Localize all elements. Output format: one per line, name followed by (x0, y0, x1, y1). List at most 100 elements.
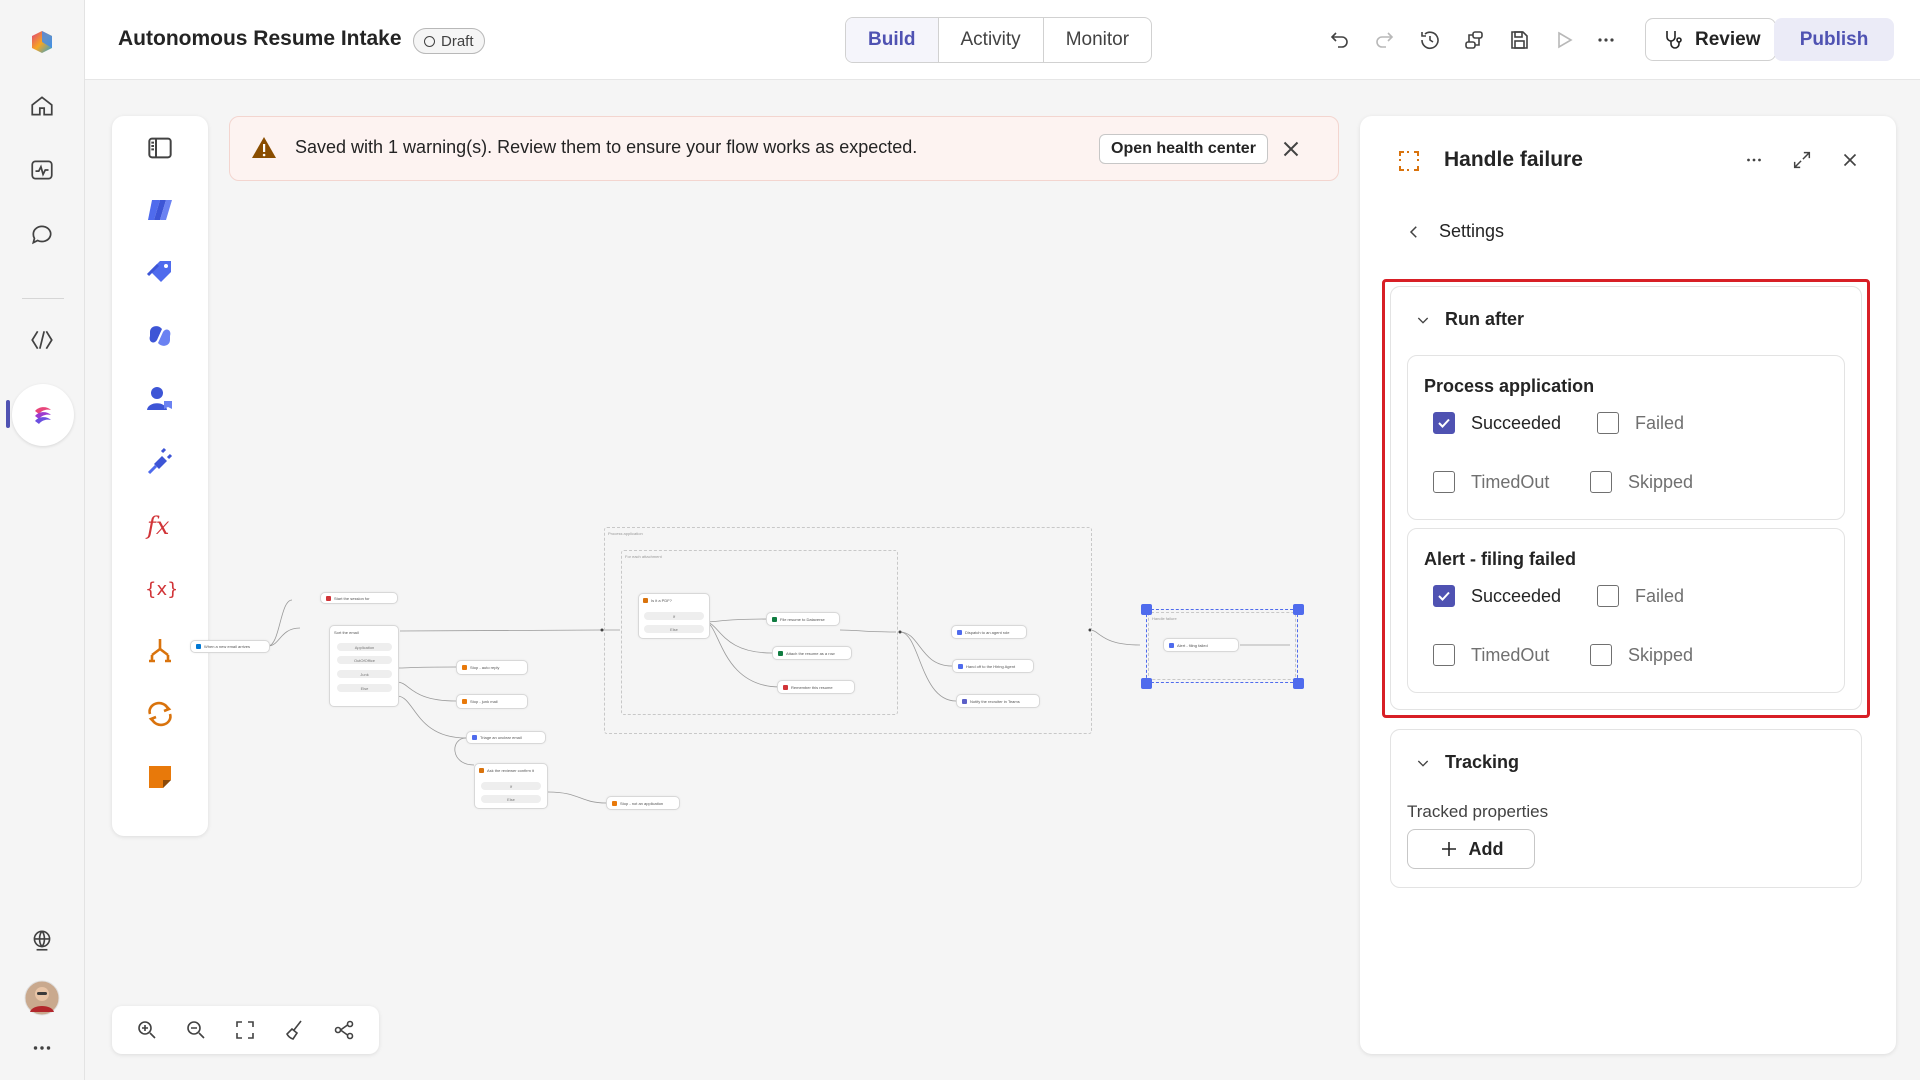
triage-node[interactable]: Triage an unclear email (466, 731, 546, 744)
branch-application[interactable]: Application (337, 643, 392, 651)
ask-reviewer-label: Ask the reviewer confirm it (487, 768, 534, 773)
open-health-center-button[interactable]: Open health center (1099, 134, 1268, 164)
trigger-node-label: When a new email arrives (204, 644, 251, 649)
pdf-branch-if[interactable]: If (644, 612, 704, 620)
globe-icon[interactable] (20, 918, 64, 962)
plug-icon[interactable] (140, 442, 180, 482)
app-logo-icon[interactable] (20, 20, 64, 64)
tracking-section: Tracking Tracked properties Add (1390, 729, 1862, 888)
branch-else[interactable]: Else (337, 684, 392, 692)
history-icon[interactable] (1415, 25, 1445, 55)
loop-icon[interactable] (140, 694, 180, 734)
back-label: Settings (1439, 221, 1505, 241)
notify-teams-label: Notify the recruiter in Teams (970, 698, 1020, 704)
panel-close-icon[interactable] (1836, 146, 1864, 174)
tab-build[interactable]: Build (846, 18, 939, 62)
tool-palette: fx {x} (112, 116, 208, 836)
code-icon[interactable] (20, 318, 64, 362)
resize-handle-tr[interactable] (1293, 604, 1304, 615)
stop-junk-mail-label: Stop - junk mail (470, 699, 498, 704)
close-icon[interactable] (1278, 136, 1304, 162)
is-pdf-label: Is it a PDF? (651, 598, 672, 603)
hand-off-node[interactable]: Hand off to the Hiring Agent (952, 659, 1034, 673)
stop-auto-reply-node[interactable]: Stop - auto reply (456, 660, 528, 675)
connector-action-icon[interactable] (140, 190, 180, 230)
home-icon[interactable] (20, 84, 64, 128)
panel-more-icon[interactable] (1740, 146, 1768, 174)
remember-resume-node[interactable]: Remember this resume (777, 680, 855, 694)
avatar[interactable] (20, 976, 64, 1020)
flow-canvas[interactable]: When a new email arrives Start the sessi… (190, 520, 1330, 820)
panel-title[interactable]: Handle failure (1444, 148, 1583, 172)
stop-not-app-node[interactable]: Stop - not an application (606, 796, 680, 810)
warning-banner: Saved with 1 warning(s). Review them to … (229, 116, 1339, 181)
publish-button[interactable]: Publish (1774, 18, 1894, 61)
trigger-node[interactable]: When a new email arrives (190, 640, 270, 653)
activity-icon[interactable] (20, 148, 64, 192)
function-icon[interactable]: fx (140, 505, 180, 545)
back-to-settings[interactable]: Settings (1405, 221, 1504, 242)
review-button-label: Review (1695, 28, 1761, 50)
file-dataverse-node[interactable]: File resume to Dataverse (766, 612, 840, 626)
flows-icon[interactable] (12, 384, 74, 446)
minimap-icon[interactable] (331, 1017, 357, 1043)
resize-handle-tl[interactable] (1141, 604, 1152, 615)
zoom-in-icon[interactable] (134, 1017, 160, 1043)
more-options-icon[interactable] (1591, 25, 1621, 55)
flow-title[interactable]: Autonomous Resume Intake (118, 27, 402, 51)
warning-message: Saved with 1 warning(s). Review them to … (295, 137, 918, 157)
undo-icon[interactable] (1325, 25, 1355, 55)
notify-teams-node[interactable]: Notify the recruiter in Teams (956, 694, 1040, 708)
human-review-icon[interactable] (140, 379, 180, 419)
variable-icon[interactable]: {x} (140, 568, 180, 608)
file-dataverse-label: File resume to Dataverse (780, 616, 825, 622)
chat-icon[interactable] (20, 212, 64, 256)
start-session-label: Start the session for (334, 595, 370, 601)
svg-text:fx: fx (145, 512, 170, 540)
condition-icon[interactable] (140, 631, 180, 671)
toggle-panel-icon[interactable] (140, 128, 180, 168)
tab-activity[interactable]: Activity (939, 18, 1044, 62)
add-tracked-property-button[interactable]: Add (1407, 829, 1535, 869)
connections-icon[interactable] (1459, 25, 1489, 55)
triage-label: Triage an unclear email (480, 735, 522, 740)
highlight-outline (1382, 279, 1870, 718)
tracking-header[interactable]: Tracking (1415, 752, 1519, 773)
review-button[interactable]: Review (1645, 18, 1777, 61)
resize-handle-br[interactable] (1293, 678, 1304, 689)
start-session-node[interactable]: Start the session for (320, 592, 398, 604)
tab-monitor[interactable]: Monitor (1044, 18, 1151, 62)
zoom-out-icon[interactable] (183, 1017, 209, 1043)
draft-circle-icon (424, 35, 435, 47)
canvas-zoom-toolbar (112, 1006, 379, 1054)
ask-branch-else[interactable]: Else (481, 795, 541, 803)
copilot-icon[interactable] (140, 316, 180, 356)
resize-handle-bl[interactable] (1141, 678, 1152, 689)
dispatch-node[interactable]: Dispatch to an agent role (951, 625, 1027, 639)
chevron-left-icon (1409, 225, 1417, 238)
sort-email-label: Sort the email (334, 630, 359, 635)
remember-resume-label: Remember this resume (791, 684, 833, 690)
status-badge-label: Draft (441, 32, 474, 50)
test-run-icon[interactable] (1549, 25, 1579, 55)
note-icon[interactable] (140, 757, 180, 797)
branch-outofoffice[interactable]: OutOfOffice (337, 656, 392, 664)
branch-junk[interactable]: Junk (337, 670, 392, 678)
sort-email-node[interactable]: Sort the email (329, 625, 399, 707)
stop-not-app-label: Stop - not an application (620, 800, 664, 806)
tag-icon[interactable] (140, 253, 180, 293)
alert-filing-node[interactable]: Alert - filing failed (1163, 638, 1239, 652)
ask-branch-if[interactable]: If (481, 782, 541, 790)
fit-to-screen-icon[interactable] (232, 1017, 258, 1043)
expand-icon[interactable] (1788, 146, 1816, 174)
attach-row-node[interactable]: Attach the resume as a row (772, 646, 852, 660)
pdf-branch-else[interactable]: Else (644, 625, 704, 633)
redo-icon[interactable] (1369, 25, 1399, 55)
stop-auto-reply-label: Stop - auto reply (470, 665, 500, 670)
more-icon[interactable] (20, 1026, 64, 1070)
save-icon[interactable] (1504, 25, 1534, 55)
view-tabs: Build Activity Monitor (845, 17, 1153, 63)
add-button-label: Add (1468, 838, 1504, 859)
clean-up-icon[interactable] (282, 1017, 308, 1043)
stop-junk-mail-node[interactable]: Stop - junk mail (456, 694, 528, 709)
